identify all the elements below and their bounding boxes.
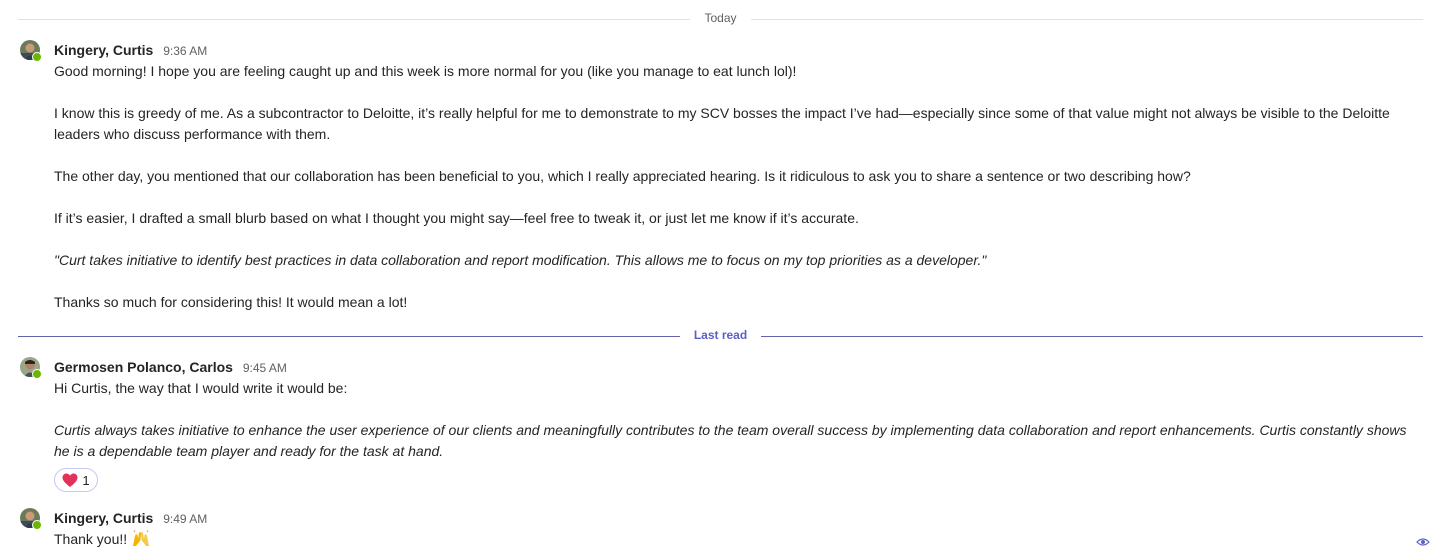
presence-available-icon <box>32 369 42 379</box>
author-name[interactable]: Kingery, Curtis <box>54 42 153 58</box>
avatar[interactable] <box>20 508 42 530</box>
message-timestamp: 9:36 AM <box>163 44 208 58</box>
last-read-divider: Last read <box>18 326 1423 346</box>
message-paragraph: Hi Curtis, the way that I would write it… <box>54 380 348 396</box>
message-timestamp: 9:49 AM <box>163 512 208 526</box>
message-paragraph: Curtis always takes initiative to enhanc… <box>54 420 1414 462</box>
reaction-heart-button[interactable]: 1 <box>54 468 98 492</box>
message-timestamp: 9:45 AM <box>242 361 287 375</box>
avatar[interactable] <box>20 40 42 62</box>
message-paragraph: The other day, you mentioned that our co… <box>54 168 1191 184</box>
raised-hands-icon <box>133 530 150 546</box>
quoted-blurb: "Curt takes initiative to identify best … <box>54 252 987 268</box>
author-name[interactable]: Germosen Polanco, Carlos <box>54 359 233 375</box>
reaction-count: 1 <box>82 472 90 488</box>
message-text: Thank you!! <box>54 531 128 547</box>
message-paragraph: If it’s easier, I drafted a small blurb … <box>54 210 859 226</box>
message-paragraph: Thanks so much for considering this! It … <box>54 294 408 310</box>
message-body: Thank you!! <box>54 529 1414 550</box>
presence-available-icon <box>32 52 42 62</box>
last-read-label: Last read <box>679 328 762 342</box>
heart-icon <box>62 473 78 487</box>
suggested-text: Curtis always takes initiative to enhanc… <box>54 422 1407 459</box>
message-paragraph: Good morning! I hope you are feeling cau… <box>54 63 797 79</box>
message-paragraph: "Curt takes initiative to identify best … <box>54 250 1414 271</box>
presence-available-icon <box>32 520 42 530</box>
read-receipt-eye-icon <box>1416 538 1430 546</box>
author-name[interactable]: Kingery, Curtis <box>54 510 153 526</box>
date-divider: Today <box>18 9 1423 29</box>
message-body: Good morning! I hope you are feeling cau… <box>54 61 1414 313</box>
date-divider-label: Today <box>690 11 751 25</box>
avatar[interactable] <box>20 357 42 379</box>
message-body: Hi Curtis, the way that I would write it… <box>54 378 1414 462</box>
message-paragraph: I know this is greedy of me. As a subcon… <box>54 105 1390 142</box>
